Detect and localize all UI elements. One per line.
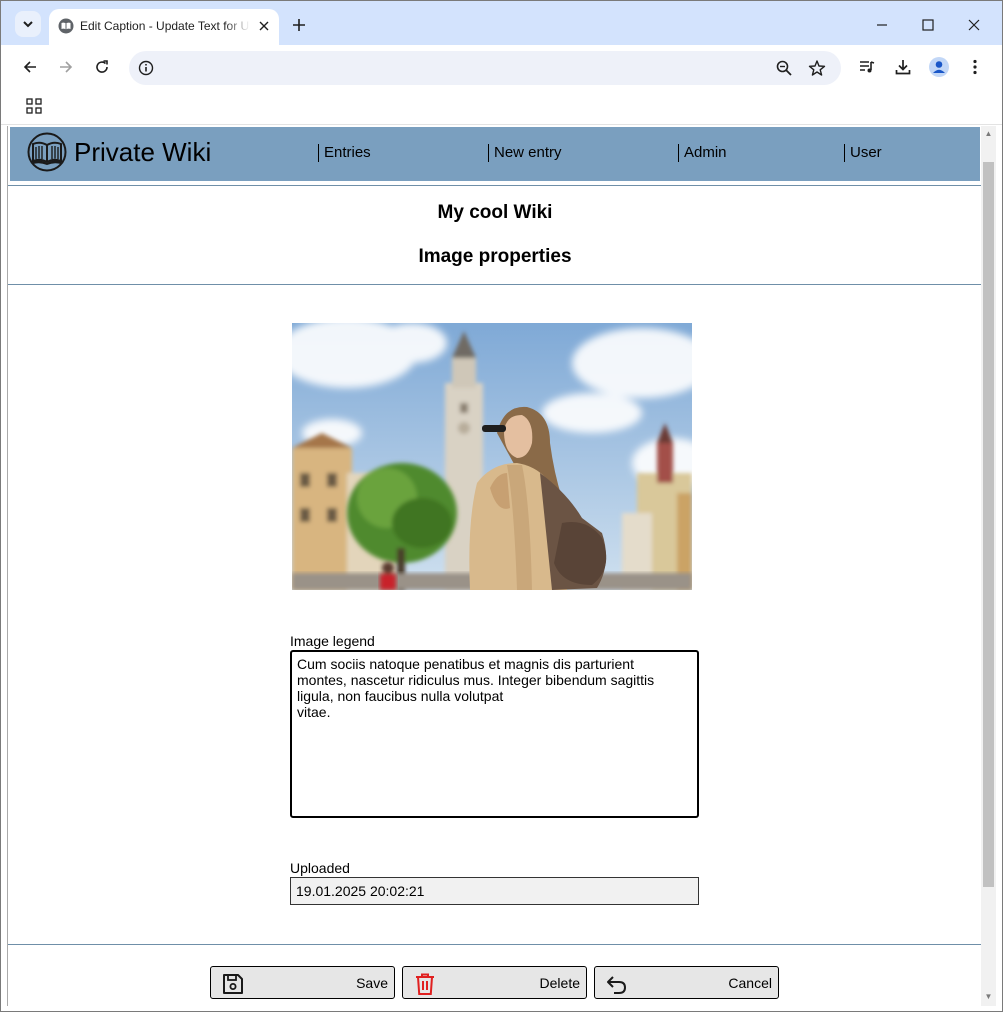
cancel-button[interactable]: Cancel: [594, 966, 779, 999]
scroll-up-arrow-icon[interactable]: ▲: [984, 130, 993, 138]
minimize-button[interactable]: [872, 15, 892, 35]
open-book-icon: [27, 132, 67, 172]
apps-grid-icon: [26, 98, 42, 114]
uploaded-label: Uploaded: [290, 860, 350, 876]
site-header: Private Wiki Entries New entry Admin Use…: [10, 127, 980, 181]
delete-button[interactable]: Delete: [402, 966, 587, 999]
new-tab-button[interactable]: [289, 15, 309, 35]
download-icon: [895, 60, 911, 75]
scroll-down-arrow-icon[interactable]: ▼: [984, 993, 993, 1001]
page-scrollbar[interactable]: ▲ ▼: [981, 126, 996, 1006]
tab-search-button[interactable]: [15, 11, 41, 37]
book-favicon-icon: [58, 18, 74, 34]
profile-button[interactable]: [929, 57, 949, 77]
save-button[interactable]: Save: [210, 966, 395, 999]
forward-button[interactable]: [56, 57, 76, 77]
bookmark-star-button[interactable]: [808, 59, 826, 77]
info-icon: [138, 60, 154, 76]
page-title: Image properties: [418, 246, 572, 267]
wiki-name: My cool Wiki: [437, 202, 553, 223]
tab-strip: Edit Caption - Update Text for U: [1, 1, 1002, 45]
browser-menu-button[interactable]: [965, 57, 985, 77]
avatar-icon: [929, 57, 949, 77]
playlist-music-icon: [860, 61, 875, 73]
maximize-button[interactable]: [918, 15, 938, 35]
wiki-image: [292, 323, 692, 590]
site-title[interactable]: Private Wiki: [74, 137, 211, 168]
page-viewport: Private Wiki Entries New entry Admin Use…: [7, 126, 981, 1006]
undo-arrow-icon: [607, 976, 627, 994]
floppy-disk-icon: [223, 974, 243, 994]
divider: [8, 284, 981, 285]
reload-icon: [96, 60, 108, 73]
bookmarks-bar: [1, 89, 1002, 125]
close-icon: [259, 21, 269, 31]
downloads-button[interactable]: [893, 57, 913, 77]
more-vertical-icon: [973, 59, 977, 75]
chevron-down-icon: [23, 21, 33, 28]
browser-window: Edit Caption - Update Text for U Private…: [0, 0, 1003, 1012]
star-icon: [808, 60, 826, 76]
close-window-button[interactable]: [964, 15, 984, 35]
close-icon: [968, 19, 980, 31]
tab-close-button[interactable]: [256, 18, 272, 34]
plus-icon: [293, 19, 305, 31]
maximize-icon: [922, 19, 934, 31]
active-tab[interactable]: Edit Caption - Update Text for U: [49, 9, 279, 45]
arrow-right-icon: [60, 61, 73, 73]
image-legend-textarea[interactable]: Cum sociis natoque penatibus et magnis d…: [290, 650, 699, 818]
image-legend-label: Image legend: [290, 633, 375, 649]
back-button[interactable]: [20, 57, 40, 77]
zoom-button[interactable]: [775, 59, 793, 77]
cancel-button-label: Cancel: [728, 975, 772, 991]
nav-entries[interactable]: Entries: [318, 144, 371, 162]
nav-admin[interactable]: Admin: [678, 144, 727, 162]
trash-icon: [416, 973, 434, 995]
divider: [8, 944, 981, 945]
arrow-left-icon: [23, 61, 36, 73]
scrollbar-thumb[interactable]: [983, 162, 994, 887]
address-bar[interactable]: [129, 51, 841, 85]
apps-button[interactable]: [26, 98, 42, 114]
reload-button[interactable]: [92, 57, 112, 77]
delete-button-label: Delete: [539, 975, 580, 991]
save-button-label: Save: [356, 975, 388, 991]
site-info-button[interactable]: [137, 59, 155, 77]
nav-user[interactable]: User: [844, 144, 882, 162]
divider: [8, 185, 981, 186]
nav-new-entry[interactable]: New entry: [488, 144, 562, 162]
media-controls-button[interactable]: [857, 57, 877, 77]
uploaded-field: 19.01.2025 20:02:21: [290, 877, 699, 905]
zoom-out-icon: [776, 60, 792, 76]
minimize-icon: [877, 24, 887, 26]
tab-title: Edit Caption - Update Text for U: [80, 19, 250, 33]
